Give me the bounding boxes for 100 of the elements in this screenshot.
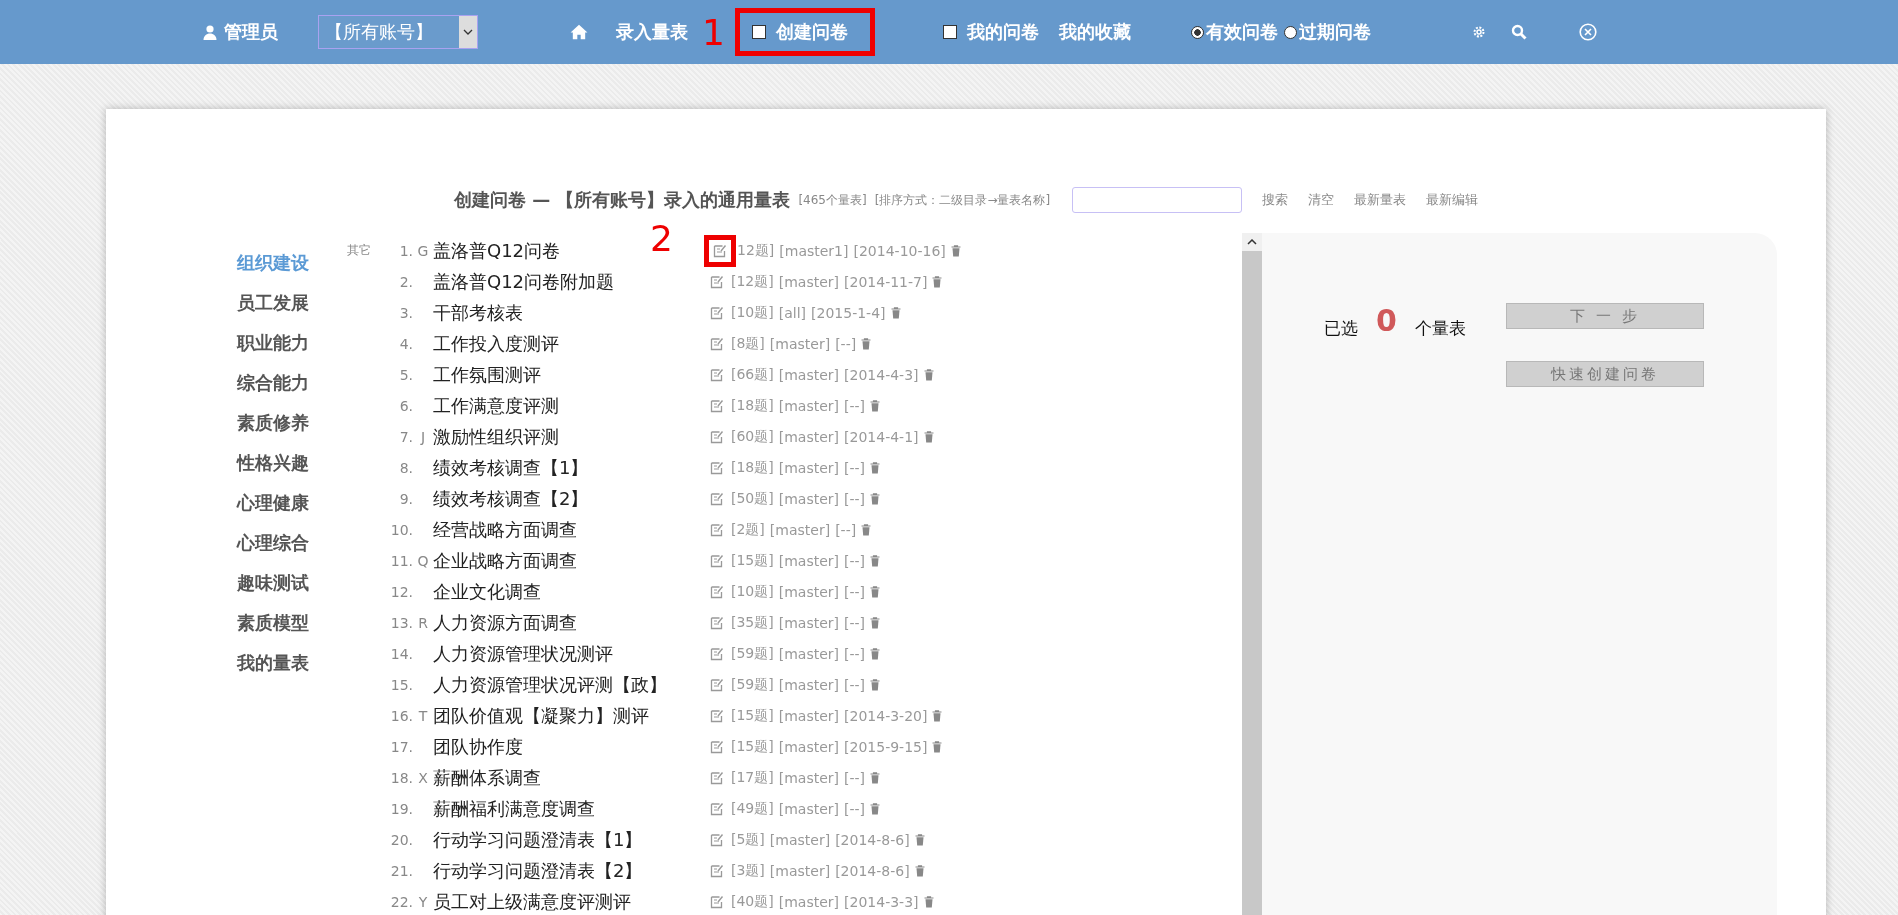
edit-icon[interactable]	[713, 243, 727, 258]
trash-icon[interactable]	[923, 895, 934, 908]
trash-icon[interactable]	[890, 306, 901, 319]
scale-name[interactable]: 工作满意度评测	[433, 393, 708, 418]
header-link[interactable]: 最新编辑	[1426, 191, 1479, 209]
search-field[interactable]	[1072, 187, 1243, 213]
trash-icon[interactable]	[870, 647, 881, 660]
header-link[interactable]: 搜索	[1262, 191, 1289, 209]
question-count: [10题]	[731, 582, 774, 601]
edit-icon[interactable]	[710, 429, 724, 444]
search-icon[interactable]	[1510, 24, 1527, 40]
trash-icon[interactable]	[914, 864, 925, 877]
trash-icon[interactable]	[923, 430, 934, 443]
scale-name[interactable]: 工作氛围测评	[433, 362, 708, 387]
scale-name[interactable]: 绩效考核调查【2】	[433, 486, 708, 511]
trash-icon[interactable]	[870, 771, 881, 784]
date: [2014-3-3]	[844, 893, 919, 910]
caret-icon	[463, 29, 473, 35]
trash-icon[interactable]	[950, 244, 961, 257]
question-count: [8题]	[731, 334, 765, 353]
edit-icon[interactable]	[710, 398, 724, 413]
scale-name[interactable]: 行动学习问题澄清表【1】	[433, 827, 708, 852]
trash-icon[interactable]	[932, 740, 943, 753]
header-link[interactable]: 清空	[1308, 191, 1335, 209]
category-item[interactable]: 心理健康	[237, 483, 347, 523]
scale-name[interactable]: 企业战略方面调查	[433, 548, 708, 573]
date: [--]	[844, 459, 866, 476]
scroll-up-icon[interactable]	[1242, 233, 1262, 251]
initial-letter: Q	[417, 552, 429, 569]
edit-icon[interactable]	[710, 894, 724, 909]
trash-icon[interactable]	[861, 337, 872, 350]
category-item[interactable]: 性格兴趣	[237, 443, 347, 483]
header-link[interactable]: 最新量表	[1354, 191, 1407, 209]
edit-icon[interactable]	[710, 553, 724, 568]
trash-icon[interactable]	[870, 554, 881, 567]
question-count: [5题]	[731, 830, 765, 849]
question-count: [66题]	[731, 365, 774, 384]
scale-name[interactable]: 企业文化调查	[433, 579, 708, 604]
category-item[interactable]: 员工发展	[237, 283, 347, 323]
category-item[interactable]: 我的量表	[237, 643, 347, 683]
scale-name[interactable]: 薪酬福利满意度调查	[433, 796, 708, 821]
edit-icon[interactable]	[710, 863, 724, 878]
initial-letter: G	[417, 242, 429, 259]
edit-icon[interactable]	[710, 646, 724, 661]
scale-name[interactable]: 人力资源方面调查	[433, 610, 708, 635]
category-item[interactable]: 趣味测试	[237, 563, 347, 603]
scale-name[interactable]: 激励性组织评测	[433, 424, 708, 449]
trash-icon[interactable]	[870, 399, 881, 412]
scale-name[interactable]: 团队协作度	[433, 734, 708, 759]
close-icon[interactable]	[1578, 23, 1597, 41]
scale-name[interactable]: 工作投入度测评	[433, 331, 708, 356]
owner: [master]	[778, 707, 840, 724]
row-number: 6.	[398, 397, 413, 414]
trash-icon[interactable]	[923, 368, 934, 381]
scale-name[interactable]: 经营战略方面调查	[433, 517, 708, 542]
edit-icon[interactable]	[710, 460, 724, 475]
category-item[interactable]: 综合能力	[237, 363, 347, 403]
scale-name[interactable]: 绩效考核调查【1】	[433, 455, 708, 480]
trash-icon[interactable]	[870, 492, 881, 505]
trash-icon[interactable]	[932, 275, 943, 288]
scrollbar[interactable]	[1242, 233, 1262, 915]
category-item[interactable]: 职业能力	[237, 323, 347, 363]
edit-icon[interactable]	[710, 708, 724, 723]
edit-icon[interactable]	[710, 491, 724, 506]
edit-icon[interactable]	[710, 522, 724, 537]
trash-icon[interactable]	[870, 678, 881, 691]
edit-icon[interactable]	[710, 677, 724, 692]
scale-name[interactable]: 团队价值观【凝聚力】测评	[433, 703, 708, 728]
scale-name[interactable]: 员工对上级满意度评测评	[433, 889, 708, 914]
category-item[interactable]: 素质模型	[237, 603, 347, 643]
edit-icon[interactable]	[710, 274, 724, 289]
trash-icon[interactable]	[914, 833, 925, 846]
scale-name[interactable]: 行动学习问题澄清表【2】	[433, 858, 708, 883]
home-icon[interactable]	[570, 24, 588, 40]
edit-icon[interactable]	[710, 801, 724, 816]
trash-icon[interactable]	[870, 616, 881, 629]
scale-name[interactable]: 干部考核表	[433, 300, 708, 325]
edit-icon[interactable]	[710, 615, 724, 630]
user-icon	[202, 24, 218, 40]
category-item[interactable]: 素质修养	[237, 403, 347, 443]
scale-name[interactable]: 人力资源管理状况测评	[433, 641, 708, 666]
trash-icon[interactable]	[861, 523, 872, 536]
scale-name[interactable]: 人力资源管理状况评测【政】	[433, 672, 708, 697]
edit-icon[interactable]	[710, 739, 724, 754]
scale-name[interactable]: 薪酬体系调查	[433, 765, 708, 790]
trash-icon[interactable]	[870, 585, 881, 598]
scale-name[interactable]: 盖洛普Q12问卷附加题	[433, 269, 708, 294]
category-item[interactable]: 心理综合	[237, 523, 347, 563]
edit-icon[interactable]	[710, 367, 724, 382]
trash-icon[interactable]	[870, 802, 881, 815]
question-count: [18题]	[731, 458, 774, 477]
trash-icon[interactable]	[870, 461, 881, 474]
edit-icon[interactable]	[710, 832, 724, 847]
edit-icon[interactable]	[710, 336, 724, 351]
trash-icon[interactable]	[932, 709, 943, 722]
row-number: 8.	[398, 459, 413, 476]
edit-icon[interactable]	[710, 584, 724, 599]
date: [2014-10-16]	[853, 242, 946, 259]
edit-icon[interactable]	[710, 770, 724, 785]
edit-icon[interactable]	[710, 305, 724, 320]
